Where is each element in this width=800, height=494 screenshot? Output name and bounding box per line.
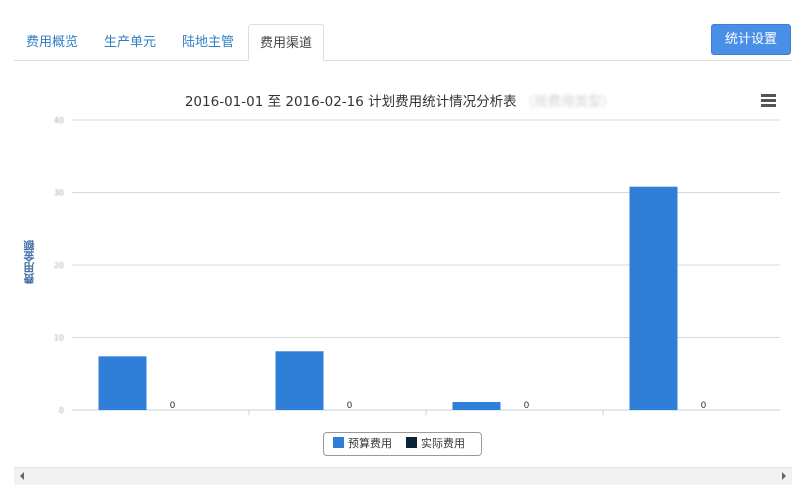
bar-chart: 0 10 20 30 40 0 0 0 0: [54, 116, 780, 415]
legend-item-budget[interactable]: 预算费用: [333, 433, 392, 455]
y-tick-label: 10: [54, 334, 64, 343]
bar-budget: [452, 402, 501, 410]
bar-budget: [275, 351, 324, 410]
legend-swatch-budget: [333, 437, 344, 448]
legend-item-actual[interactable]: 实际费用: [406, 433, 465, 455]
y-tick-label: 40: [54, 116, 64, 125]
legend-swatch-actual: [406, 437, 417, 448]
bar-budget: [629, 186, 678, 410]
data-label-actual: 0: [524, 401, 530, 411]
data-label-actual: 0: [347, 401, 353, 411]
bar-budget: [98, 356, 147, 410]
y-tick-label: 0: [59, 406, 64, 415]
legend-label-actual: 实际费用: [421, 437, 465, 450]
y-tick-label: 30: [54, 189, 64, 198]
chart-legend: 预算费用 实际费用: [323, 432, 482, 456]
scroll-left-icon[interactable]: [20, 472, 24, 480]
data-label-actual: 0: [170, 401, 176, 411]
horizontal-scrollbar[interactable]: [14, 467, 792, 485]
legend-label-budget: 预算费用: [348, 437, 392, 450]
y-tick-label: 20: [54, 261, 64, 270]
data-label-actual: 0: [701, 401, 707, 411]
scroll-right-icon[interactable]: [782, 472, 786, 480]
